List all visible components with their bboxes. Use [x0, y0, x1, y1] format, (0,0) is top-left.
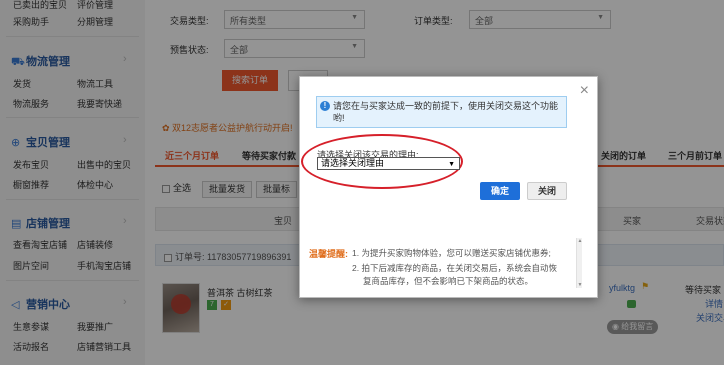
- scrollbar[interactable]: ▲ ▼: [576, 238, 582, 288]
- tip-line: 1. 为提升买家购物体验，您可以赠送买家店铺优惠券;: [352, 248, 551, 258]
- info-icon: !: [320, 101, 330, 111]
- scroll-up-icon[interactable]: ▲: [577, 238, 583, 244]
- tip-line: 复商品库存，但不会影响已下架商品的状态。: [363, 276, 534, 286]
- tip-title: 温馨提醒:: [309, 249, 348, 259]
- scroll-down-icon[interactable]: ▼: [577, 282, 583, 288]
- close-reason-select[interactable]: 请选择关闭理由 ▼: [317, 157, 460, 170]
- caret-down-icon: ▼: [448, 161, 455, 168]
- info-message: ! 请您在与买家达成一致的前提下，使用关闭交易这个功能哟!: [316, 96, 567, 128]
- close-icon[interactable]: ×: [580, 83, 589, 99]
- confirm-button[interactable]: 确定: [480, 182, 520, 200]
- close-button[interactable]: 关闭: [527, 182, 567, 200]
- close-trade-dialog: × ! 请您在与买家达成一致的前提下，使用关闭交易这个功能哟! 请选择关闭该交易…: [299, 76, 598, 298]
- tip-line: 2. 拍下后减库存的商品，在关闭交易后，系统会自动恢: [352, 263, 557, 273]
